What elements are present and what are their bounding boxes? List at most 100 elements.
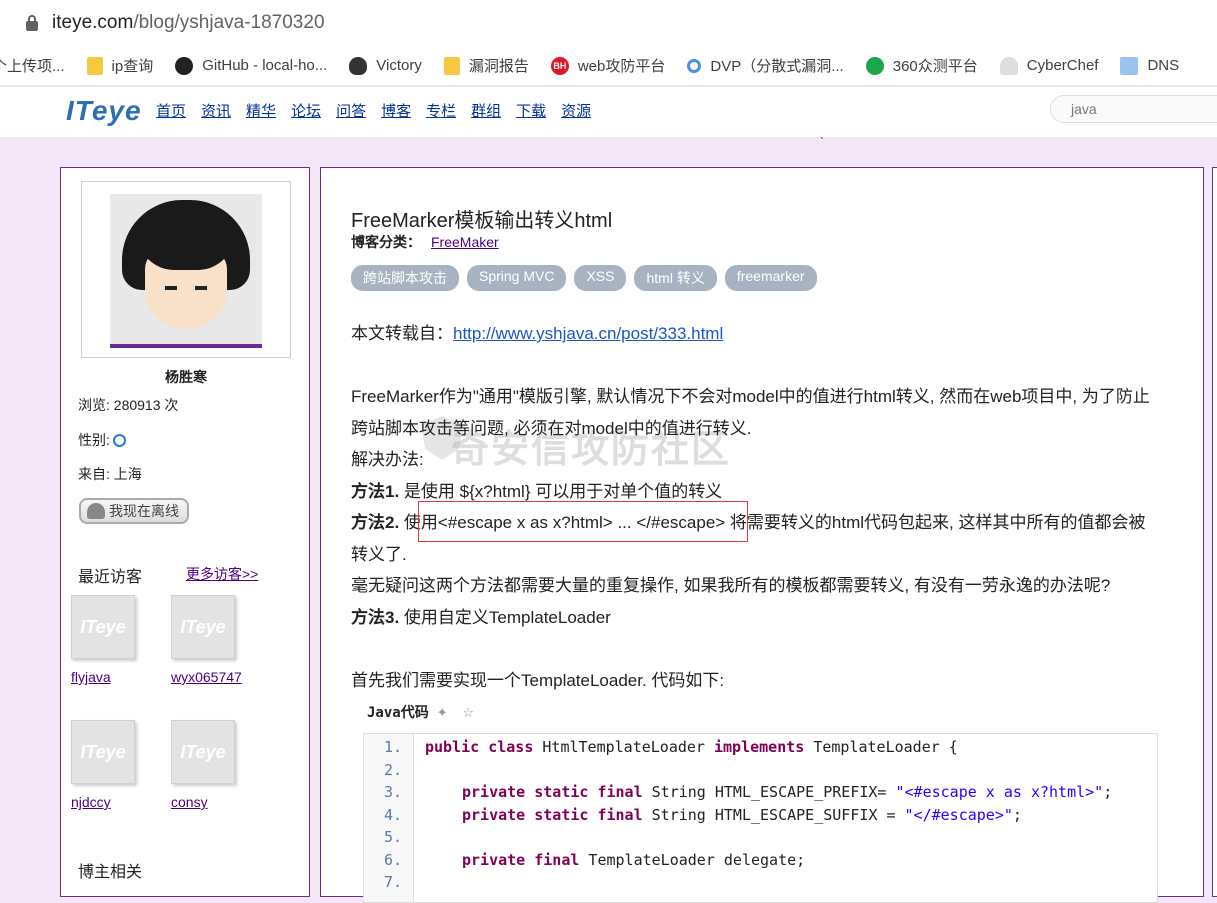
pin-icon[interactable]: ✦ <box>437 703 455 721</box>
right-panel-edge <box>1212 167 1217 897</box>
star-icon[interactable]: ☆ <box>463 703 481 721</box>
search-input[interactable]: java <box>1050 95 1217 123</box>
gender: 性别: <box>78 430 126 450</box>
category-link[interactable]: FreeMaker <box>431 234 499 250</box>
line-number: 2. <box>364 761 402 779</box>
nav-featured[interactable]: 精华 <box>246 100 276 121</box>
code-line: public class HtmlTemplateLoader implemen… <box>425 738 958 756</box>
url-text[interactable]: iteye.com/blog/yshjava-1870320 <box>52 12 325 34</box>
highlight-box <box>418 501 748 542</box>
line-number: 5. <box>364 828 402 846</box>
bookmark-item[interactable]: 360众测平台 <box>866 55 978 76</box>
site-header: ITeye 首页 资讯 精华 论坛 问答 博客 专栏 群组 下载 资源 java <box>0 87 1217 137</box>
dns-icon <box>1120 57 1138 75</box>
nav-home[interactable]: 首页 <box>156 100 186 121</box>
paragraph: 跨站脚本攻击等问题, 必须在对model中的值进行转义. <box>351 414 751 439</box>
code-line: private final TemplateLoader delegate; <box>462 851 805 869</box>
blogger-related-title: 博主相关 <box>78 858 142 882</box>
visitor-avatar[interactable]: ITeye <box>171 595 235 659</box>
tag[interactable]: Spring MVC <box>467 265 566 291</box>
bookmark-item[interactable]: Victory <box>349 57 422 75</box>
nav-column[interactable]: 专栏 <box>426 100 456 121</box>
lock-icon[interactable] <box>26 15 38 31</box>
360-icon <box>866 57 884 75</box>
visitor-avatar[interactable]: ITeye <box>171 720 235 784</box>
nav-blog[interactable]: 博客 <box>381 100 411 121</box>
paragraph: 首先我们需要实现一个TemplateLoader. 代码如下: <box>351 666 724 691</box>
avatar-frame <box>81 181 291 358</box>
view-count: 浏览: 280913 次 <box>78 395 178 415</box>
tag[interactable]: freemarker <box>725 265 817 291</box>
paragraph: 解决办法: <box>351 445 424 470</box>
nav-news[interactable]: 资讯 <box>201 100 231 121</box>
tag[interactable]: 跨站脚本攻击 <box>351 265 459 291</box>
visitor-item[interactable]: ITeye consy <box>171 720 237 810</box>
location: 来自: 上海 <box>78 464 142 484</box>
bookmark-item[interactable]: 漏洞报告 <box>444 55 529 76</box>
line-number: 1. <box>364 738 402 756</box>
article-panel: FreeMarker模板输出转义html 博客分类：FreeMaker 跨站脚本… <box>320 167 1204 897</box>
method-3: 方法3. 使用自定义TemplateLoader <box>351 603 611 628</box>
visitor-name[interactable]: flyjava <box>71 669 137 685</box>
line-number: 7. <box>364 873 402 891</box>
stray-mark: ` <box>820 135 824 149</box>
bookmark-item[interactable]: BHweb攻防平台 <box>551 55 666 76</box>
visitor-avatar[interactable]: ITeye <box>71 595 135 659</box>
blogger-sidebar: 杨胜寒 浏览: 280913 次 性别: 来自: 上海 我现在离线 最近访客 更… <box>60 167 310 897</box>
avatar[interactable] <box>110 194 262 348</box>
code-header: Java代码 ✦ ☆ <box>367 702 481 722</box>
visitor-avatar[interactable]: ITeye <box>71 720 135 784</box>
address-bar[interactable]: iteye.com/blog/yshjava-1870320 <box>0 0 1217 46</box>
bookmark-item[interactable]: DVP（分散式漏洞... <box>687 55 843 76</box>
code-line: private static final String HTML_ESCAPE_… <box>462 806 1022 824</box>
line-number: 4. <box>364 806 402 824</box>
bookmark-item[interactable]: 个上传项... <box>0 55 65 76</box>
code-block[interactable]: 1. public class HtmlTemplateLoader implem… <box>363 733 1158 903</box>
main-nav: 首页 资讯 精华 论坛 问答 博客 专栏 群组 下载 资源 <box>156 100 606 121</box>
more-visitors-link[interactable]: 更多访客>> <box>186 564 258 584</box>
method-1: 方法1. 是使用 ${x?html} 可以用于对单个值的转义 <box>351 477 722 502</box>
folder-icon <box>444 57 460 75</box>
paragraph: FreeMarker作为"通用"模版引擎, 默认情况下不会对model中的值进行… <box>351 382 1150 407</box>
paragraph: 毫无疑问这两个方法都需要大量的重复操作, 如果我所有的模板都需要转义, 有没有一… <box>351 571 1110 596</box>
code-line: private static final String HTML_ESCAPE_… <box>462 783 1112 801</box>
tag[interactable]: html 转义 <box>634 265 716 291</box>
source-line: 本文转载自：http://www.yshjava.cn/post/333.htm… <box>351 319 723 344</box>
source-link[interactable]: http://www.yshjava.cn/post/333.html <box>453 324 723 343</box>
visitor-name[interactable]: consy <box>171 794 237 810</box>
folder-icon <box>87 57 103 75</box>
blogger-name[interactable]: 杨胜寒 <box>61 367 311 387</box>
male-icon <box>113 434 126 447</box>
nav-groups[interactable]: 群组 <box>471 100 501 121</box>
tag[interactable]: XSS <box>574 265 626 291</box>
article-category: 博客分类：FreeMaker <box>351 232 499 252</box>
visitor-name[interactable]: wyx065747 <box>171 669 237 685</box>
recent-visitors-title: 最近访客 <box>78 563 142 587</box>
bookmark-item[interactable]: ip查询 <box>87 55 154 76</box>
bookmarks-bar: 个上传项... ip查询 GitHub - local-ho... Victor… <box>0 46 1217 86</box>
visitor-item[interactable]: ITeye wyx065747 <box>171 595 237 685</box>
person-icon <box>87 503 105 519</box>
offline-status-button[interactable]: 我现在离线 <box>79 498 189 524</box>
bookmark-item[interactable]: GitHub - local-ho... <box>175 57 327 75</box>
paragraph: 转义了. <box>351 540 407 565</box>
dvp-icon <box>687 59 701 73</box>
line-number: 3. <box>364 783 402 801</box>
bookmark-item[interactable]: CyberChef <box>1000 57 1099 75</box>
bookmark-item[interactable]: DNS <box>1120 57 1179 75</box>
bh-icon: BH <box>551 57 569 75</box>
site-logo[interactable]: ITeye <box>66 95 142 127</box>
victory-icon <box>349 57 367 75</box>
visitor-item[interactable]: ITeye flyjava <box>71 595 137 685</box>
github-icon <box>175 57 193 75</box>
article-title: FreeMarker模板输出转义html <box>351 204 612 233</box>
visitor-item[interactable]: ITeye njdccy <box>71 720 137 810</box>
nav-resources[interactable]: 资源 <box>561 100 591 121</box>
nav-download[interactable]: 下载 <box>516 100 546 121</box>
nav-forum[interactable]: 论坛 <box>291 100 321 121</box>
visitor-name[interactable]: njdccy <box>71 794 137 810</box>
tag-list: 跨站脚本攻击 Spring MVC XSS html 转义 freemarker <box>351 265 825 291</box>
line-number: 6. <box>364 851 402 869</box>
nav-qa[interactable]: 问答 <box>336 100 366 121</box>
chef-icon <box>1000 57 1018 75</box>
